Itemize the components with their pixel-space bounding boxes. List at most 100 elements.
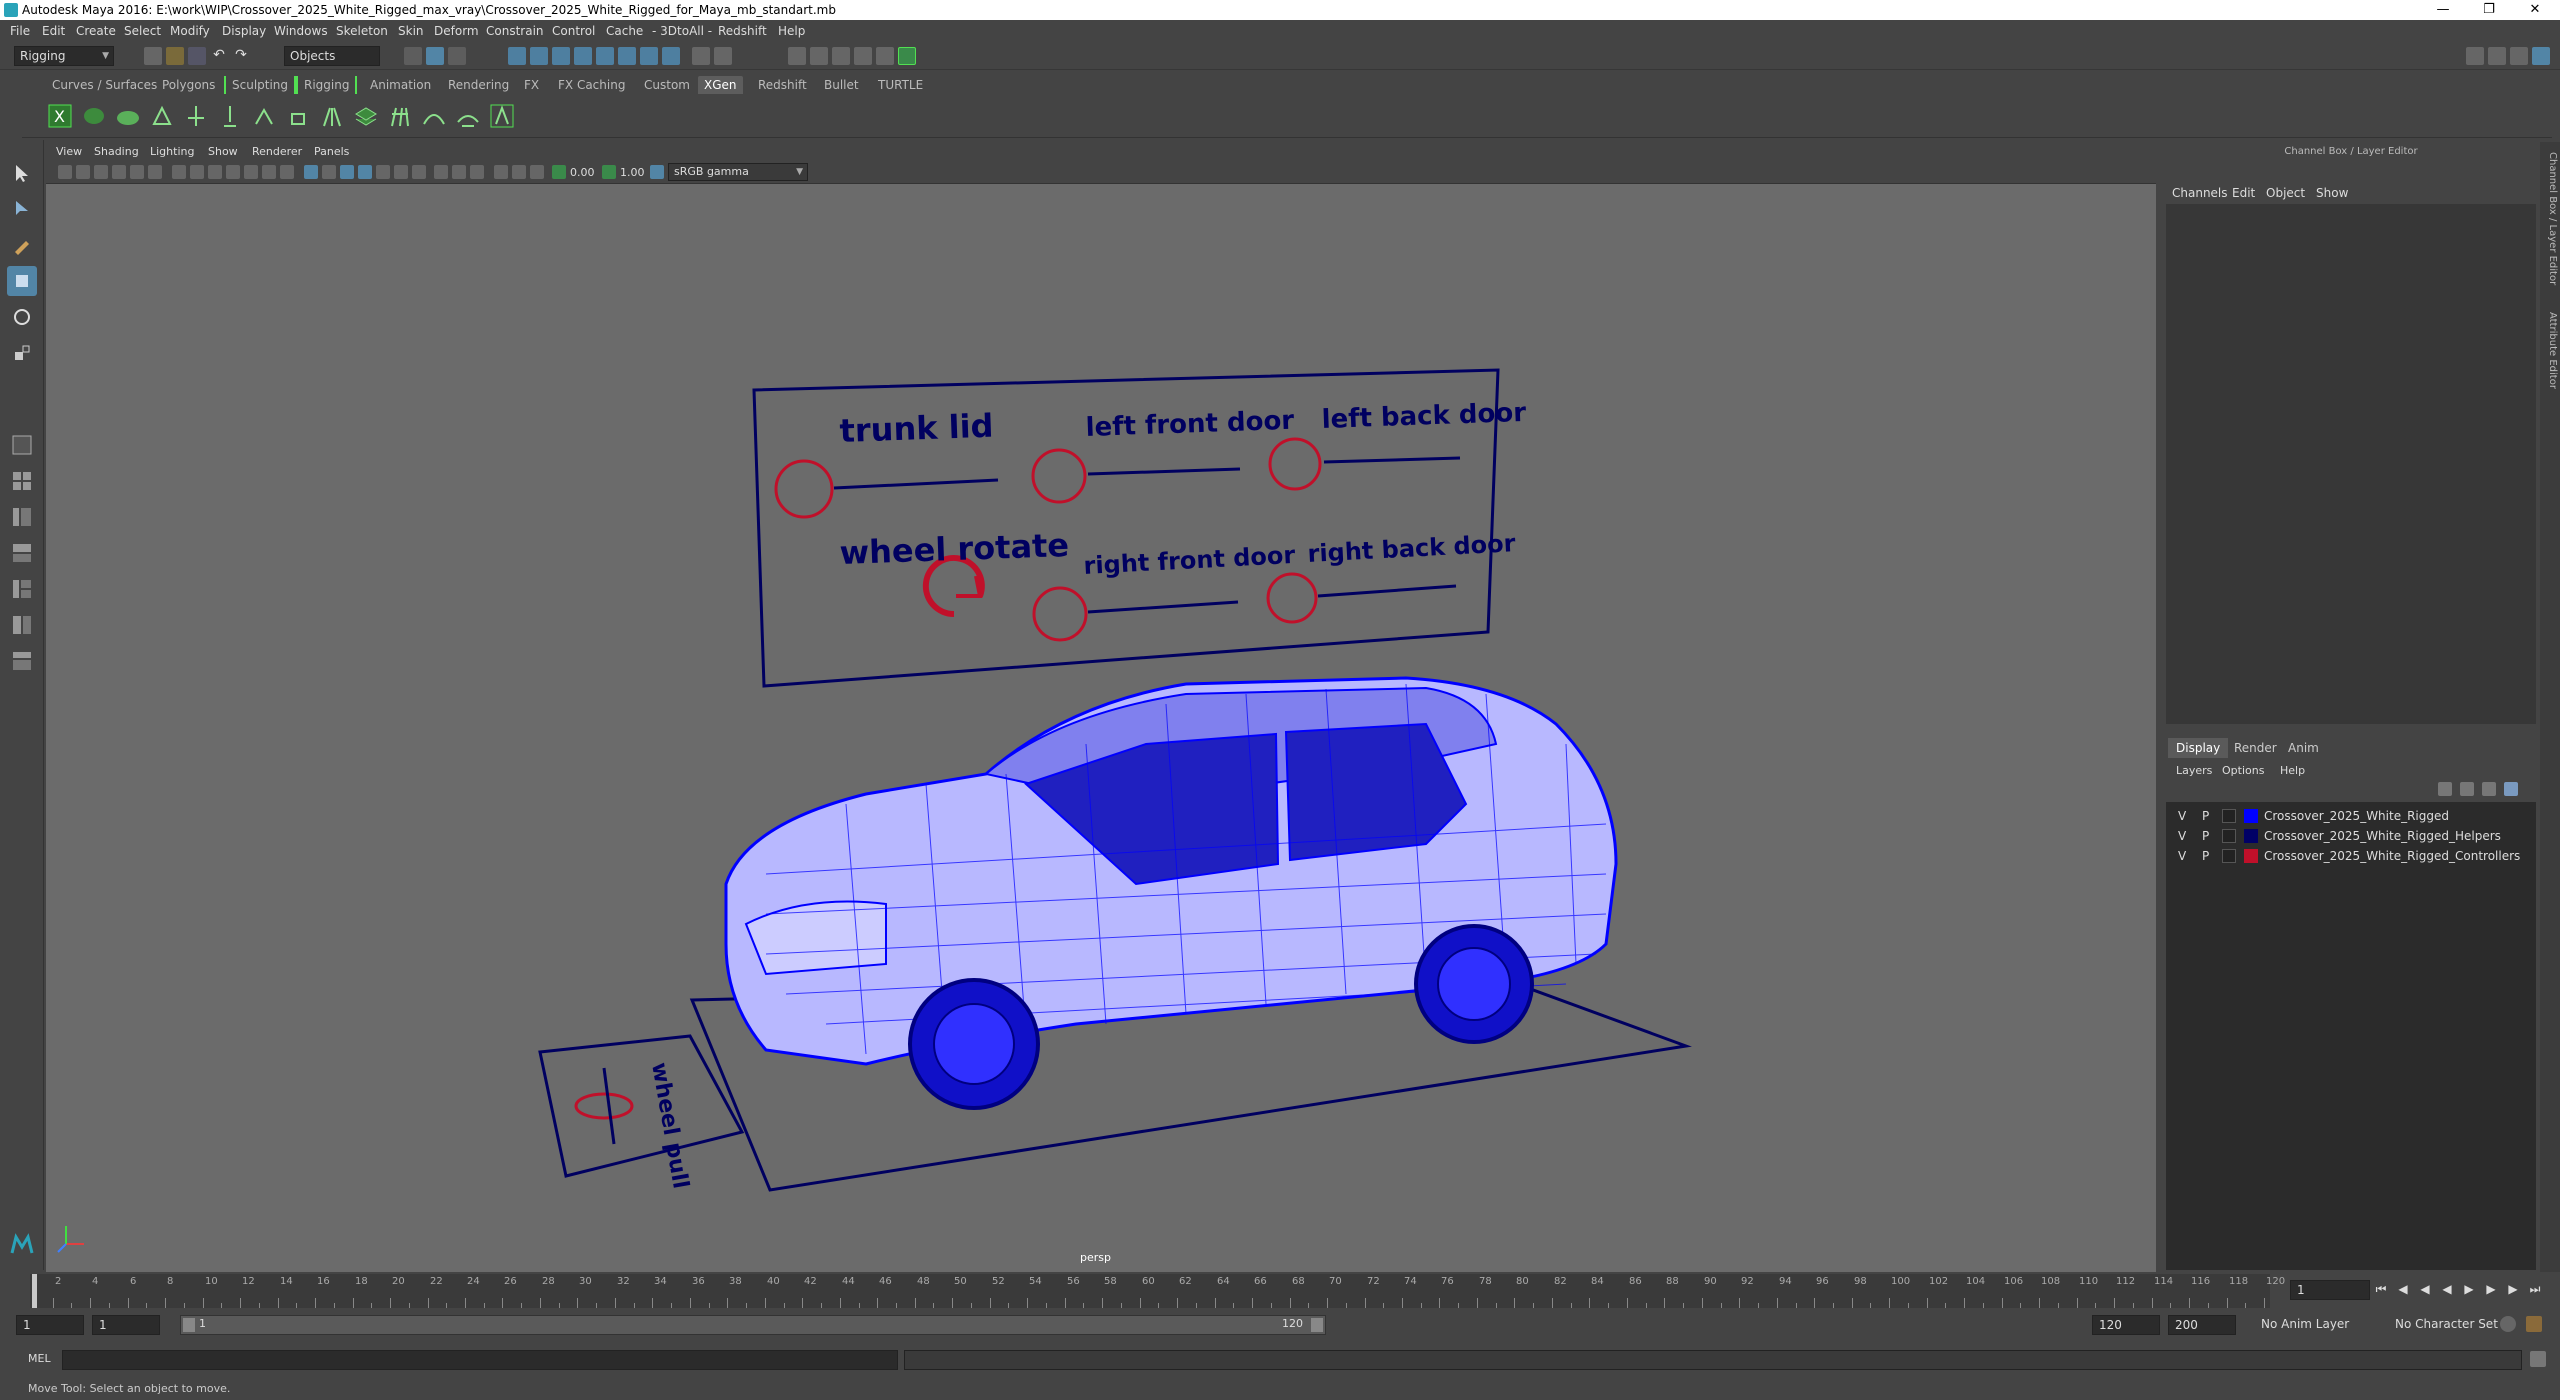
hypershade-layout-icon[interactable] [7,574,37,604]
anim-layer-dropdown[interactable]: No Anim Layer [2256,1315,2386,1335]
grid-toggle-icon[interactable] [172,165,186,179]
layer-name[interactable]: Crossover_2025_White_Rigged_Controllers [2264,849,2520,863]
play-forward-icon[interactable]: ▶ [2460,1280,2478,1298]
tab-render[interactable]: Render [2226,738,2285,758]
step-forward-key-icon[interactable]: ▶ [2504,1280,2522,1298]
playback-end-field[interactable]: 120 [2092,1315,2160,1335]
scale-tool-icon[interactable] [7,338,37,368]
snap-point-icon[interactable] [552,47,570,65]
character-controls-icon[interactable] [2510,47,2528,65]
maya-home-icon[interactable] [7,1230,37,1260]
menu-set-dropdown[interactable]: Rigging ▼ [14,46,114,66]
layer-playback[interactable]: P [2202,849,2209,863]
rotate-tool-icon[interactable] [7,302,37,332]
script-language-label[interactable]: MEL [28,1352,51,1365]
add-guide-icon[interactable] [182,102,210,130]
camera-select-icon[interactable] [58,165,72,179]
lock-guide-icon[interactable] [284,102,312,130]
tab-display[interactable]: Display [2168,738,2229,758]
shelf-tab-xgen[interactable]: XGen [698,76,743,94]
menu-select[interactable]: Select [124,24,161,38]
menu-redshift[interactable]: Redshift [718,24,767,38]
xray-icon[interactable] [358,165,372,179]
resolution-gate-icon[interactable] [208,165,222,179]
xgen-library-icon[interactable] [488,102,516,130]
anti-aliasing-icon[interactable] [470,165,484,179]
panel-menu-view[interactable]: View [56,145,82,158]
xgen-editor-icon[interactable]: X [46,102,74,130]
ipr-render-icon[interactable] [832,47,850,65]
select-components-icon[interactable] [448,47,466,65]
go-to-start-icon[interactable]: ⏮ [2372,1280,2390,1298]
snap-vertex-icon[interactable] [618,47,636,65]
step-back-key-icon[interactable]: ◀ [2394,1280,2412,1298]
snap-grid-icon[interactable] [508,47,526,65]
layer-visibility[interactable]: V [2178,849,2186,863]
step-back-frame-icon[interactable]: ◀ [2416,1280,2434,1298]
panel-menu-lighting[interactable]: Lighting [150,145,194,158]
menu-file[interactable]: File [10,24,30,38]
snap-live-icon[interactable] [640,47,658,65]
menu-cache[interactable]: Cache [606,24,643,38]
image-plane-icon[interactable] [112,165,126,179]
xray-components-icon[interactable] [530,165,544,179]
color-management-icon[interactable] [650,165,664,179]
layer-display-type[interactable] [2222,849,2236,863]
history-icon[interactable] [714,47,732,65]
timeline-ticks[interactable]: 2 4 6 8 10 12 14 16 18 20 22 24 26 28 30 32 34 36 38 40 42 44… [30,1274,2285,1308]
gamma-icon[interactable] [602,165,616,179]
undo-icon[interactable]: ↶ [210,47,228,65]
layer-playback[interactable]: P [2202,809,2209,823]
gate-mask-icon[interactable] [226,165,240,179]
uv-layout-icon[interactable] [7,646,37,676]
single-perspective-layout-icon[interactable] [7,430,37,460]
start-time-field[interactable]: 1 [16,1315,84,1335]
film-gate-icon[interactable] [190,165,204,179]
shelf-tab-rendering[interactable]: Rendering [442,76,515,94]
shelf-tab-redshift[interactable]: Redshift [752,76,813,94]
time-slider[interactable]: 2 4 6 8 10 12 14 16 18 20 22 24 26 28 30 32 34 36 38 40 42 44… [0,1272,2560,1310]
outliner-layout-icon[interactable] [7,610,37,640]
grease-pencil-icon[interactable] [148,165,162,179]
wireframe-icon[interactable] [304,165,318,179]
layer-visibility[interactable]: V [2178,829,2186,843]
menu-display[interactable]: Display [222,24,266,38]
shelf-tab-fx-caching[interactable]: FX Caching [552,76,631,94]
preferences-icon[interactable] [2526,1316,2542,1332]
command-input[interactable] [62,1350,898,1370]
side-tab-channel-box[interactable]: Channel Box / Layer Editor [2542,152,2558,285]
layers-icon[interactable] [352,102,380,130]
snap-surface-icon[interactable] [596,47,614,65]
controls-board[interactable]: trunk lid left front door left back door… [752,368,1527,688]
help-menu[interactable]: Help [2280,764,2305,777]
paint-select-icon[interactable] [7,230,37,260]
convert-curves-icon[interactable] [420,102,448,130]
move-guide-icon[interactable] [250,102,278,130]
menu-create[interactable]: Create [76,24,116,38]
script-editor-icon[interactable] [2530,1351,2546,1367]
channels-menu[interactable]: Channels [2172,186,2228,200]
layer-name[interactable]: Crossover_2025_White_Rigged [2264,809,2449,823]
select-hierarchy-icon[interactable] [404,47,422,65]
step-forward-frame-icon[interactable]: ▶ [2482,1280,2500,1298]
lasso-tool-icon[interactable] [7,194,37,224]
layer-display-type[interactable] [2222,829,2236,843]
layer-color-swatch[interactable] [2244,849,2258,863]
textured-icon[interactable] [376,165,390,179]
layer-color-swatch[interactable] [2244,809,2258,823]
snap-view-icon[interactable] [574,47,592,65]
range-start-handle[interactable] [183,1318,195,1332]
restore-icon[interactable]: ❐ [2466,0,2512,20]
panel-menu-panels[interactable]: Panels [314,145,349,158]
interactive-groom-icon[interactable] [386,102,414,130]
object-menu[interactable]: Object [2266,186,2305,200]
close-icon[interactable]: ✕ [2512,0,2558,20]
go-to-end-icon[interactable]: ⏭ [2526,1280,2544,1298]
end-time-field[interactable]: 200 [2168,1315,2236,1335]
layer-display-type[interactable] [2222,809,2236,823]
workspace-icon[interactable] [2466,47,2484,65]
smooth-shade-icon[interactable] [322,165,336,179]
shelf-tab-polygons[interactable]: Polygons [156,76,221,94]
minimize-icon[interactable]: — [2420,0,2466,20]
select-tool-icon[interactable] [7,158,37,188]
